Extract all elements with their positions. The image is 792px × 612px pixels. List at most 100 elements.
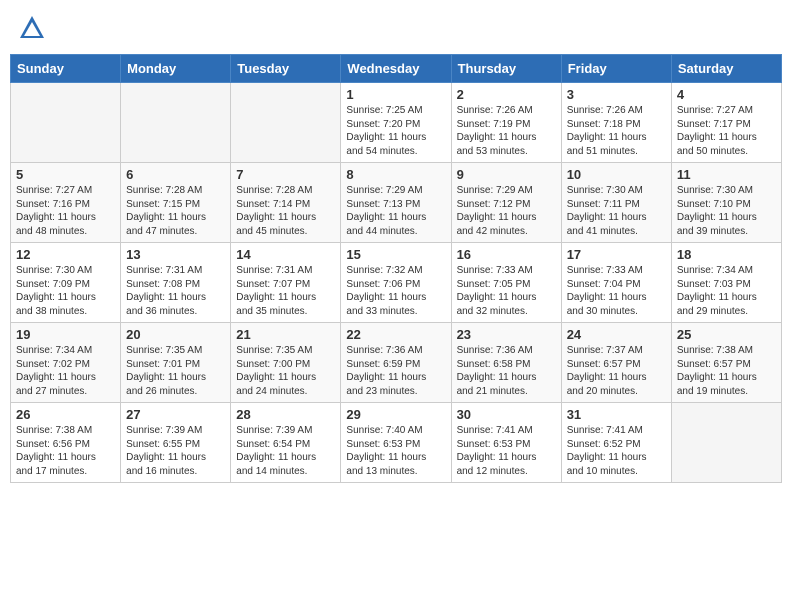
day-info: Sunrise: 7:35 AM Sunset: 7:01 PM Dayligh… xyxy=(126,344,225,398)
day-info: Sunrise: 7:29 AM Sunset: 7:12 PM Dayligh… xyxy=(457,184,556,238)
calendar-day-cell: 31Sunrise: 7:41 AM Sunset: 6:52 PM Dayli… xyxy=(561,403,671,483)
day-number: 18 xyxy=(677,247,776,262)
day-number: 26 xyxy=(16,407,115,422)
day-number: 30 xyxy=(457,407,556,422)
calendar-day-cell: 4 Sunrise: 7:27 AM Sunset: 7:17 PM Daylig… xyxy=(671,83,781,163)
calendar-day-cell: 15Sunrise: 7:32 AM Sunset: 7:06 PM Dayli… xyxy=(341,243,451,323)
day-number: 6 xyxy=(126,167,225,182)
calendar-day-cell: 14 Sunrise: 7:31 AM Sunset: 7:07 PM Dayli… xyxy=(231,243,341,323)
calendar-table: SundayMondayTuesdayWednesdayThursdayFrid… xyxy=(10,54,782,483)
day-info: Sunrise: 7:31 AM Sunset: 7:08 PM Dayligh… xyxy=(126,264,225,318)
calendar-day-cell: 21 Sunrise: 7:35 AM Sunset: 7:00 PM Dayli… xyxy=(231,323,341,403)
calendar-day-cell: 30 Sunrise: 7:41 AM Sunset: 6:53 PM Dayli… xyxy=(451,403,561,483)
calendar-day-cell: 16 Sunrise: 7:33 AM Sunset: 7:05 PM Dayli… xyxy=(451,243,561,323)
calendar-week-row: 5 Sunrise: 7:27 AM Sunset: 7:16 PM Daylig… xyxy=(11,163,782,243)
weekday-header-saturday: Saturday xyxy=(671,55,781,83)
calendar-day-cell: 11 Sunrise: 7:30 AM Sunset: 7:10 PM Dayli… xyxy=(671,163,781,243)
day-number: 21 xyxy=(236,327,335,342)
calendar-day-cell: 28Sunrise: 7:39 AM Sunset: 6:54 PM Dayli… xyxy=(231,403,341,483)
day-number: 27 xyxy=(126,407,225,422)
day-info: Sunrise: 7:27 AM Sunset: 7:16 PM Dayligh… xyxy=(16,184,115,238)
day-info: Sunrise: 7:34 AM Sunset: 7:02 PM Dayligh… xyxy=(16,344,115,398)
day-info: Sunrise: 7:26 AM Sunset: 7:19 PM Dayligh… xyxy=(457,104,556,158)
day-info: Sunrise: 7:36 AM Sunset: 6:58 PM Dayligh… xyxy=(457,344,556,398)
day-number: 22 xyxy=(346,327,445,342)
day-info: Sunrise: 7:29 AM Sunset: 7:13 PM Dayligh… xyxy=(346,184,445,238)
day-number: 29 xyxy=(346,407,445,422)
logo-icon xyxy=(18,14,46,42)
calendar-day-cell: 13 Sunrise: 7:31 AM Sunset: 7:08 PM Dayli… xyxy=(121,243,231,323)
calendar-day-cell: 10 Sunrise: 7:30 AM Sunset: 7:11 PM Dayli… xyxy=(561,163,671,243)
day-info: Sunrise: 7:33 AM Sunset: 7:05 PM Dayligh… xyxy=(457,264,556,318)
day-info: Sunrise: 7:30 AM Sunset: 7:10 PM Dayligh… xyxy=(677,184,776,238)
day-number: 9 xyxy=(457,167,556,182)
day-number: 23 xyxy=(457,327,556,342)
calendar-day-cell: 18 Sunrise: 7:34 AM Sunset: 7:03 PM Dayli… xyxy=(671,243,781,323)
day-number: 14 xyxy=(236,247,335,262)
calendar-day-cell: 6Sunrise: 7:28 AM Sunset: 7:15 PM Daylig… xyxy=(121,163,231,243)
calendar-day-cell: 7 Sunrise: 7:28 AM Sunset: 7:14 PM Daylig… xyxy=(231,163,341,243)
day-info: Sunrise: 7:28 AM Sunset: 7:14 PM Dayligh… xyxy=(236,184,335,238)
calendar-day-cell: 17 Sunrise: 7:33 AM Sunset: 7:04 PM Dayli… xyxy=(561,243,671,323)
day-number: 13 xyxy=(126,247,225,262)
calendar-day-cell: 22 Sunrise: 7:36 AM Sunset: 6:59 PM Dayli… xyxy=(341,323,451,403)
day-number: 19 xyxy=(16,327,115,342)
day-number: 5 xyxy=(16,167,115,182)
day-info: Sunrise: 7:27 AM Sunset: 7:17 PM Dayligh… xyxy=(677,104,776,158)
day-number: 3 xyxy=(567,87,666,102)
day-info: Sunrise: 7:39 AM Sunset: 6:54 PM Dayligh… xyxy=(236,424,335,478)
day-info: Sunrise: 7:39 AM Sunset: 6:55 PM Dayligh… xyxy=(126,424,225,478)
day-info: Sunrise: 7:38 AM Sunset: 6:56 PM Dayligh… xyxy=(16,424,115,478)
calendar-week-row: 12 Sunrise: 7:30 AM Sunset: 7:09 PM Dayli… xyxy=(11,243,782,323)
day-info: Sunrise: 7:26 AM Sunset: 7:18 PM Dayligh… xyxy=(567,104,666,158)
calendar-day-cell xyxy=(671,403,781,483)
day-number: 12 xyxy=(16,247,115,262)
day-info: Sunrise: 7:37 AM Sunset: 6:57 PM Dayligh… xyxy=(567,344,666,398)
calendar-day-cell: 23 Sunrise: 7:36 AM Sunset: 6:58 PM Dayli… xyxy=(451,323,561,403)
weekday-header-tuesday: Tuesday xyxy=(231,55,341,83)
calendar-day-cell: 19 Sunrise: 7:34 AM Sunset: 7:02 PM Dayli… xyxy=(11,323,121,403)
calendar-day-cell xyxy=(231,83,341,163)
day-number: 4 xyxy=(677,87,776,102)
day-number: 1 xyxy=(346,87,445,102)
weekday-header-sunday: Sunday xyxy=(11,55,121,83)
weekday-header-row: SundayMondayTuesdayWednesdayThursdayFrid… xyxy=(11,55,782,83)
calendar-day-cell: 3 Sunrise: 7:26 AM Sunset: 7:18 PM Daylig… xyxy=(561,83,671,163)
calendar-day-cell: 27 Sunrise: 7:39 AM Sunset: 6:55 PM Dayli… xyxy=(121,403,231,483)
day-number: 7 xyxy=(236,167,335,182)
day-info: Sunrise: 7:25 AM Sunset: 7:20 PM Dayligh… xyxy=(346,104,445,158)
calendar-day-cell xyxy=(11,83,121,163)
calendar-day-cell: 24Sunrise: 7:37 AM Sunset: 6:57 PM Dayli… xyxy=(561,323,671,403)
day-info: Sunrise: 7:33 AM Sunset: 7:04 PM Dayligh… xyxy=(567,264,666,318)
header xyxy=(10,10,782,46)
day-number: 11 xyxy=(677,167,776,182)
calendar-day-cell: 29 Sunrise: 7:40 AM Sunset: 6:53 PM Dayli… xyxy=(341,403,451,483)
day-info: Sunrise: 7:30 AM Sunset: 7:11 PM Dayligh… xyxy=(567,184,666,238)
calendar-day-cell: 9 Sunrise: 7:29 AM Sunset: 7:12 PM Daylig… xyxy=(451,163,561,243)
day-number: 10 xyxy=(567,167,666,182)
day-info: Sunrise: 7:34 AM Sunset: 7:03 PM Dayligh… xyxy=(677,264,776,318)
day-number: 16 xyxy=(457,247,556,262)
calendar-day-cell: 1 Sunrise: 7:25 AM Sunset: 7:20 PM Daylig… xyxy=(341,83,451,163)
logo xyxy=(18,14,50,42)
day-info: Sunrise: 7:35 AM Sunset: 7:00 PM Dayligh… xyxy=(236,344,335,398)
weekday-header-monday: Monday xyxy=(121,55,231,83)
day-info: Sunrise: 7:30 AM Sunset: 7:09 PM Dayligh… xyxy=(16,264,115,318)
day-info: Sunrise: 7:41 AM Sunset: 6:53 PM Dayligh… xyxy=(457,424,556,478)
weekday-header-friday: Friday xyxy=(561,55,671,83)
day-info: Sunrise: 7:40 AM Sunset: 6:53 PM Dayligh… xyxy=(346,424,445,478)
day-number: 17 xyxy=(567,247,666,262)
calendar-day-cell: 25 Sunrise: 7:38 AM Sunset: 6:57 PM Dayli… xyxy=(671,323,781,403)
day-number: 2 xyxy=(457,87,556,102)
weekday-header-thursday: Thursday xyxy=(451,55,561,83)
day-info: Sunrise: 7:38 AM Sunset: 6:57 PM Dayligh… xyxy=(677,344,776,398)
day-info: Sunrise: 7:31 AM Sunset: 7:07 PM Dayligh… xyxy=(236,264,335,318)
calendar-week-row: 19 Sunrise: 7:34 AM Sunset: 7:02 PM Dayli… xyxy=(11,323,782,403)
calendar-day-cell: 2 Sunrise: 7:26 AM Sunset: 7:19 PM Daylig… xyxy=(451,83,561,163)
day-info: Sunrise: 7:36 AM Sunset: 6:59 PM Dayligh… xyxy=(346,344,445,398)
day-info: Sunrise: 7:41 AM Sunset: 6:52 PM Dayligh… xyxy=(567,424,666,478)
day-number: 25 xyxy=(677,327,776,342)
calendar-day-cell xyxy=(121,83,231,163)
day-number: 20 xyxy=(126,327,225,342)
weekday-header-wednesday: Wednesday xyxy=(341,55,451,83)
